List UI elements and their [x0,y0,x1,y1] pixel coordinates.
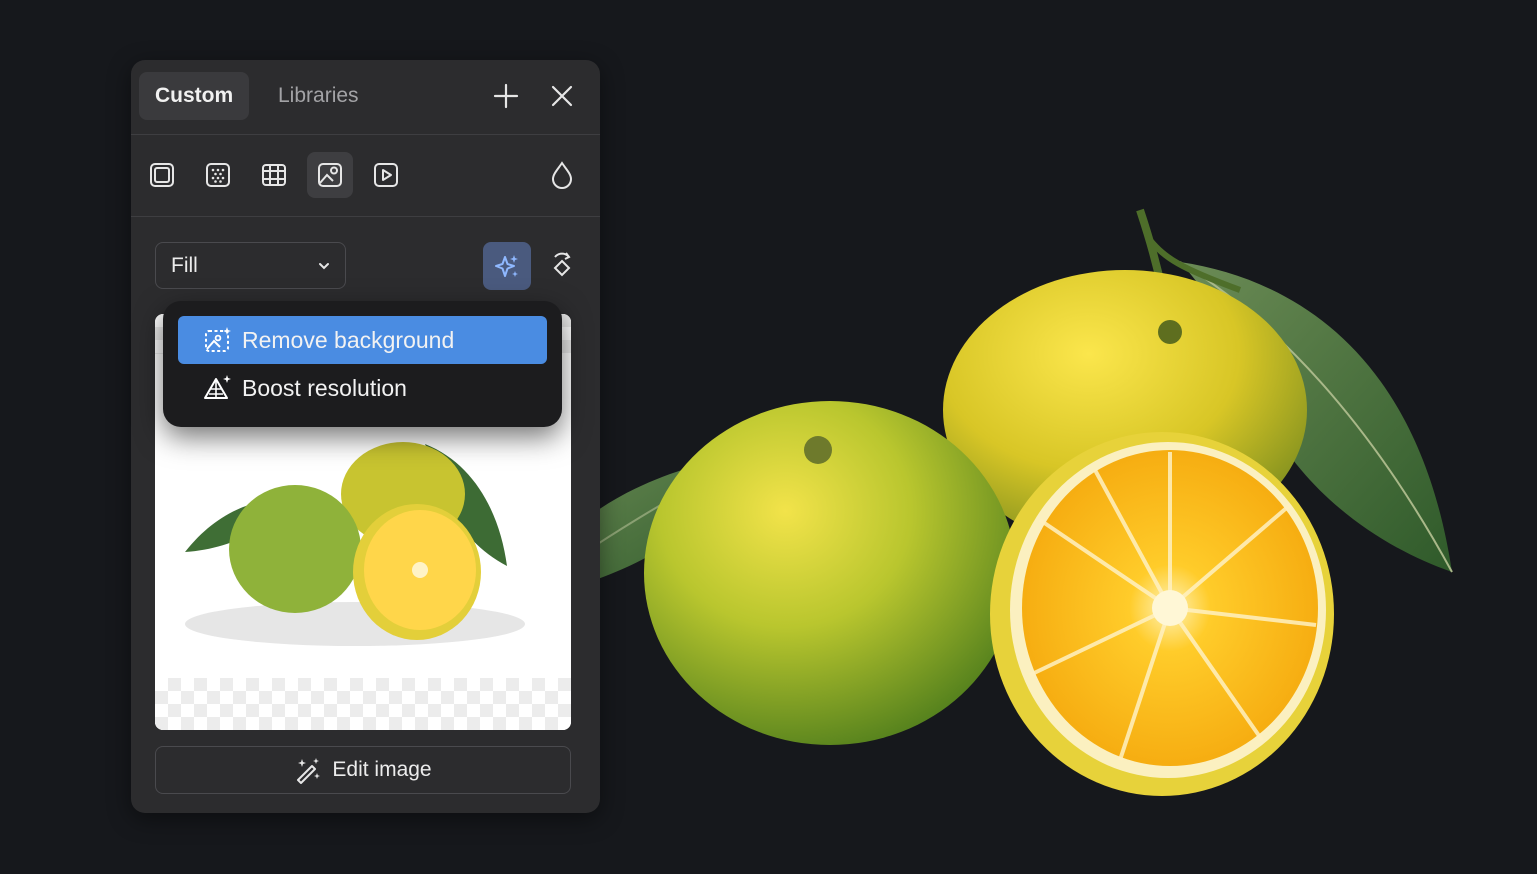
fill-type-toolbar [131,136,600,217]
video-fill-button[interactable] [363,152,409,198]
noise-fill-button[interactable] [195,152,241,198]
chevron-down-icon [319,263,329,270]
opacity-button[interactable] [539,152,585,198]
swap-icon [553,252,571,277]
menu-item-boost-resolution[interactable]: Boost resolution [178,364,547,412]
solid-fill-button[interactable] [139,152,185,198]
ai-tools-menu: Remove background Boost resolution [163,301,562,427]
opacity-drop-icon [551,161,573,189]
fill-mode-value: Fill [171,254,198,277]
noise-fill-icon [206,163,230,187]
pattern-fill-icon [262,164,286,186]
tab-libraries[interactable]: Libraries [262,72,375,120]
menu-item-label: Boost resolution [242,374,407,401]
image-fill-icon [318,163,342,187]
image-fill-button[interactable] [307,152,353,198]
edit-image-label: Edit image [332,758,432,781]
add-button[interactable] [483,73,529,119]
plus-icon [493,83,519,109]
swap-image-button[interactable] [539,242,585,288]
close-icon [551,85,573,107]
pattern-fill-button[interactable] [251,152,297,198]
edit-image-button[interactable]: Edit image [155,746,571,794]
fill-panel: Custom Libraries Fill Edit image [131,60,600,813]
magic-wand-icon [297,758,321,784]
solid-fill-icon [150,163,174,187]
menu-item-label: Remove background [242,326,455,353]
app-stage: Custom Libraries Fill Edit image Remove … [0,0,1537,874]
panel-tab-bar: Custom Libraries [131,60,600,135]
remove-background-icon [205,327,231,352]
ai-tools-button[interactable] [483,242,531,290]
video-fill-icon [374,163,398,187]
menu-item-remove-background[interactable]: Remove background [178,316,547,364]
tab-custom[interactable]: Custom [139,72,250,120]
sparkle-icon [495,255,518,277]
boost-resolution-icon [204,375,231,399]
fill-mode-select[interactable]: Fill [155,242,346,289]
close-button[interactable] [539,73,585,119]
